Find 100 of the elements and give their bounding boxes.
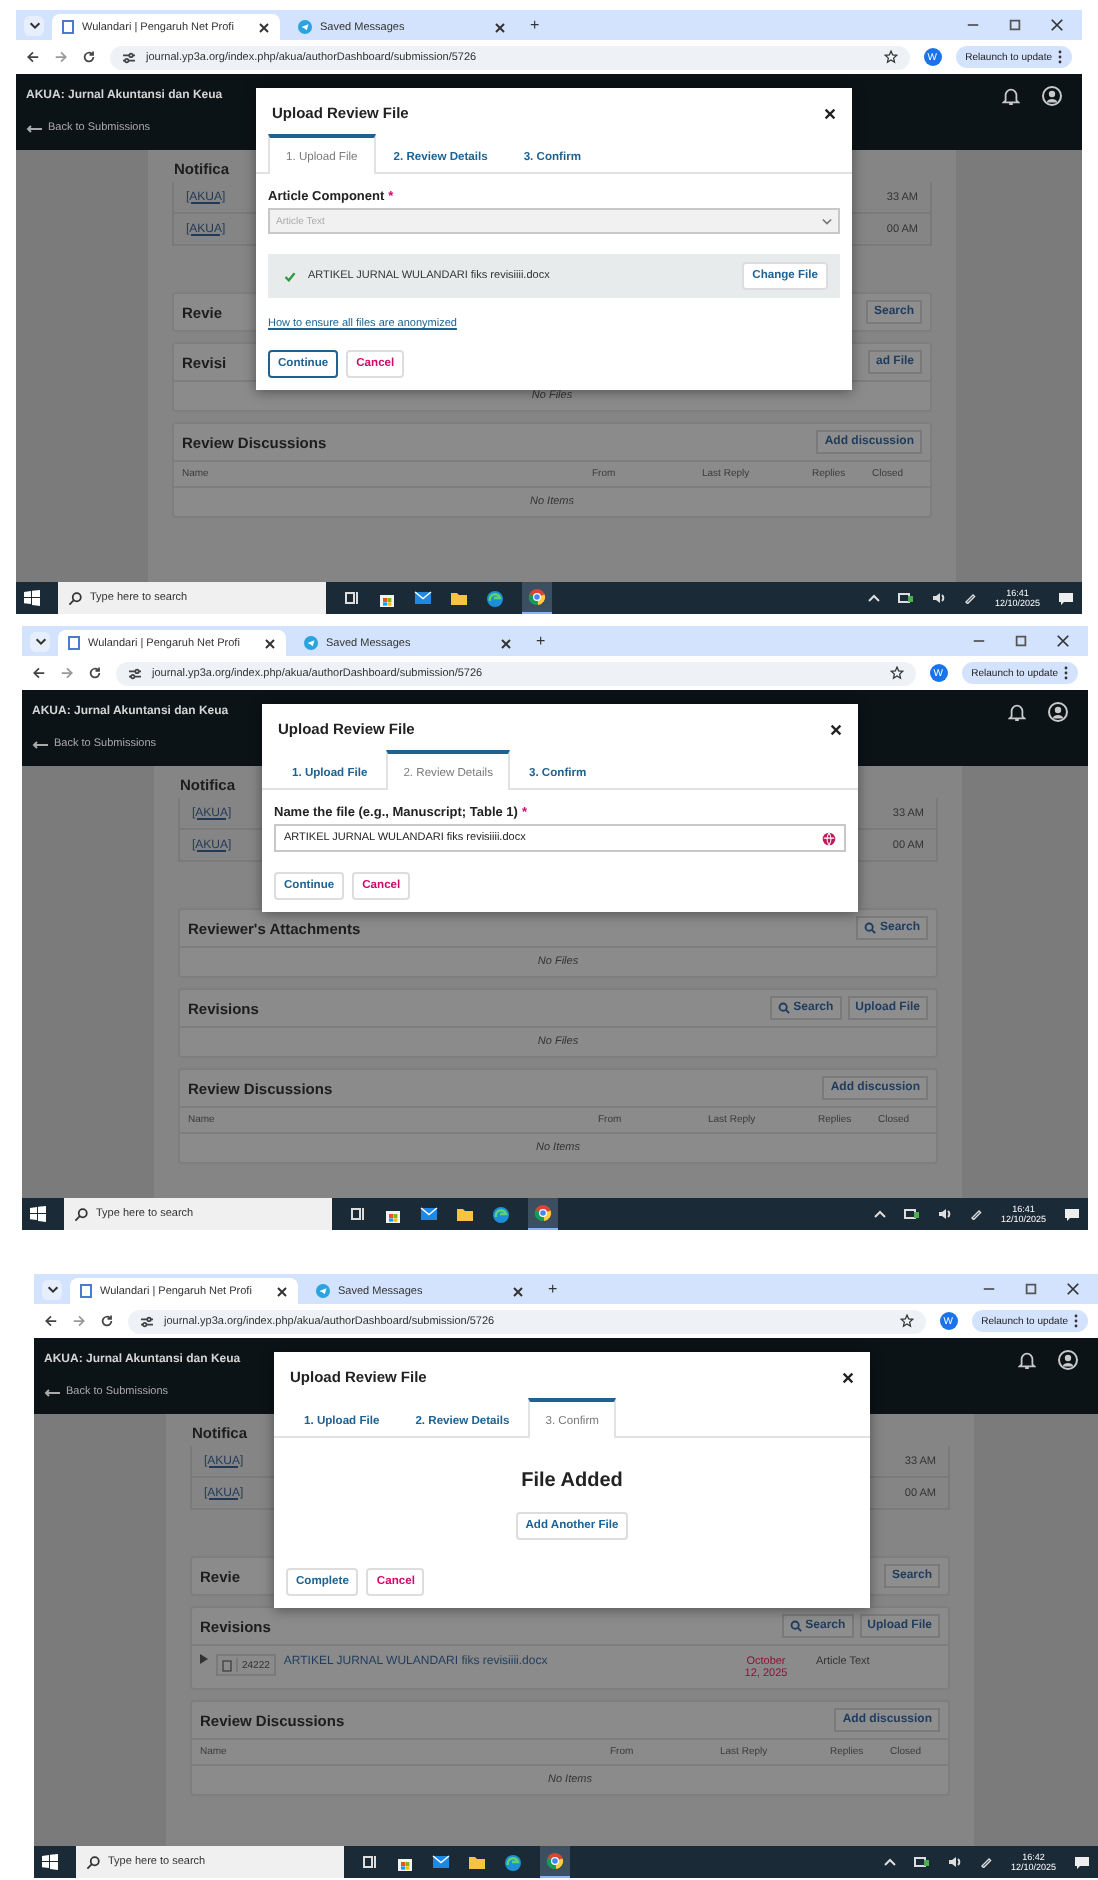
pen-icon[interactable] [980, 1856, 993, 1868]
back-arrow-icon[interactable] [44, 1314, 58, 1328]
folder-icon[interactable] [450, 590, 468, 606]
search-icon [68, 591, 82, 605]
tab-list-button[interactable] [24, 15, 44, 35]
new-tab-button[interactable]: + [542, 1280, 564, 1298]
document-icon [222, 1659, 232, 1671]
close-icon[interactable] [494, 21, 506, 33]
round-browser-icon [534, 1204, 552, 1222]
task-view-icon[interactable] [344, 590, 360, 606]
paper-plane-icon [304, 636, 318, 650]
active-app-button[interactable] [522, 582, 552, 614]
chevron-up-icon[interactable] [868, 594, 881, 602]
network-icon[interactable] [898, 592, 915, 604]
status-heading: File Added [521, 1470, 623, 1492]
reload-icon[interactable] [88, 666, 102, 680]
folder-icon[interactable] [456, 1206, 474, 1222]
swirl-browser-icon[interactable] [504, 1853, 522, 1871]
task-view-icon[interactable] [350, 1206, 366, 1222]
speaker-icon[interactable] [948, 1856, 963, 1868]
site-settings-icon[interactable] [122, 51, 136, 63]
new-tab-button[interactable]: + [524, 16, 546, 34]
close-icon[interactable] [1066, 1282, 1080, 1296]
expand-triangle-icon[interactable] [200, 1654, 208, 1664]
windows-logo-icon[interactable] [24, 590, 40, 606]
user-icon[interactable] [1042, 85, 1062, 105]
close-icon[interactable] [276, 1285, 288, 1297]
folder-icon[interactable] [468, 1854, 486, 1870]
reload-icon[interactable] [82, 50, 96, 64]
swirl-browser-icon[interactable] [492, 1205, 510, 1223]
back-arrow-icon[interactable] [26, 50, 40, 64]
active-app-button[interactable] [540, 1846, 570, 1878]
minimize-icon[interactable] [972, 634, 986, 648]
close-icon[interactable] [1056, 634, 1070, 648]
network-icon[interactable] [914, 1856, 931, 1868]
page-icon [62, 20, 74, 34]
close-icon[interactable] [264, 637, 276, 649]
bell-icon[interactable] [1002, 85, 1020, 105]
minimize-icon[interactable] [966, 18, 980, 32]
close-icon[interactable] [258, 21, 270, 33]
check-icon [284, 271, 296, 281]
mail-icon[interactable] [414, 590, 432, 606]
store-icon[interactable] [378, 589, 396, 607]
back-arrow-icon[interactable] [32, 666, 46, 680]
left-arrow-icon [44, 1387, 60, 1397]
active-app-button[interactable] [528, 1198, 558, 1230]
mail-icon[interactable] [432, 1854, 450, 1870]
store-icon[interactable] [396, 1853, 414, 1871]
site-settings-icon[interactable] [140, 1315, 154, 1327]
close-icon[interactable] [830, 723, 842, 735]
search-icon [777, 1002, 790, 1014]
store-icon[interactable] [384, 1205, 402, 1223]
close-icon[interactable] [512, 1285, 524, 1297]
swirl-browser-icon[interactable] [486, 589, 504, 607]
user-icon[interactable] [1048, 701, 1068, 721]
star-icon[interactable] [889, 666, 904, 680]
pen-icon[interactable] [970, 1208, 983, 1220]
maximize-icon[interactable] [1008, 18, 1022, 32]
task-view-icon[interactable] [362, 1854, 378, 1870]
search-icon [863, 922, 876, 934]
notification-icon[interactable] [1058, 591, 1074, 605]
bell-icon[interactable] [1008, 701, 1026, 721]
minimize-icon[interactable] [982, 1282, 996, 1296]
round-browser-icon [546, 1852, 564, 1870]
speaker-icon[interactable] [938, 1208, 953, 1220]
round-browser-icon [528, 588, 546, 606]
close-icon[interactable] [500, 637, 512, 649]
chevron-up-icon[interactable] [874, 1210, 887, 1218]
notification-icon[interactable] [1074, 1855, 1090, 1869]
chevron-up-icon[interactable] [884, 1858, 897, 1866]
speaker-icon[interactable] [932, 592, 947, 604]
search-icon [789, 1620, 802, 1632]
forward-arrow-icon[interactable] [72, 1314, 86, 1328]
mail-icon[interactable] [420, 1206, 438, 1222]
close-icon[interactable] [824, 107, 836, 119]
star-icon[interactable] [883, 50, 898, 64]
new-tab-button[interactable]: + [530, 632, 552, 650]
tab-list-button[interactable] [30, 631, 50, 651]
forward-arrow-icon[interactable] [54, 50, 68, 64]
close-icon[interactable] [1050, 18, 1064, 32]
star-icon[interactable] [899, 1314, 914, 1328]
forward-arrow-icon[interactable] [60, 666, 74, 680]
windows-logo-icon[interactable] [42, 1854, 58, 1870]
network-icon[interactable] [904, 1208, 921, 1220]
page-icon [68, 636, 80, 650]
pen-icon[interactable] [964, 592, 977, 604]
tab-list-button[interactable] [42, 1279, 62, 1299]
maximize-icon[interactable] [1024, 1282, 1038, 1296]
reload-icon[interactable] [100, 1314, 114, 1328]
maximize-icon[interactable] [1014, 634, 1028, 648]
left-arrow-icon [32, 739, 48, 749]
notification-icon[interactable] [1064, 1207, 1080, 1221]
close-icon[interactable] [842, 1371, 854, 1383]
search-icon [74, 1207, 88, 1221]
user-icon[interactable] [1058, 1349, 1078, 1369]
caret-icon [822, 217, 832, 225]
windows-logo-icon[interactable] [30, 1206, 46, 1222]
bell-icon[interactable] [1018, 1349, 1036, 1369]
paper-plane-icon [298, 20, 312, 34]
site-settings-icon[interactable] [128, 667, 142, 679]
